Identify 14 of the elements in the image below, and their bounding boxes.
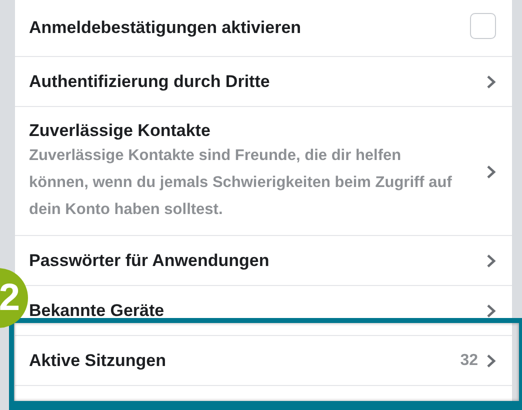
- chevron-right-icon: [486, 304, 496, 318]
- setting-title[interactable]: Anmeldebestätigungen aktivieren: [29, 18, 456, 38]
- chevron-right-icon: [486, 354, 496, 368]
- setting-title[interactable]: Passwörter für Anwendungen: [29, 250, 472, 270]
- setting-title[interactable]: Bekannte Geräte: [29, 300, 472, 320]
- chevron-right-icon: [486, 74, 496, 88]
- setting-title[interactable]: Aktive Sitzungen: [29, 350, 446, 370]
- chevron-right-icon: [486, 165, 496, 179]
- setting-description: Zuverlässige Kontakte sind Freunde, die dir helfen können, wenn du jemals Schwierigkeiten beim Zugriff auf dein Konto haben solltest.: [29, 146, 453, 220]
- chevron-right-icon: [486, 254, 496, 268]
- setting-title[interactable]: Zuverlässige Kontakte: [29, 121, 472, 141]
- checkbox[interactable]: [470, 13, 496, 39]
- session-count: 32: [460, 352, 478, 370]
- setting-title[interactable]: Authentifizierung durch Dritte: [29, 72, 472, 92]
